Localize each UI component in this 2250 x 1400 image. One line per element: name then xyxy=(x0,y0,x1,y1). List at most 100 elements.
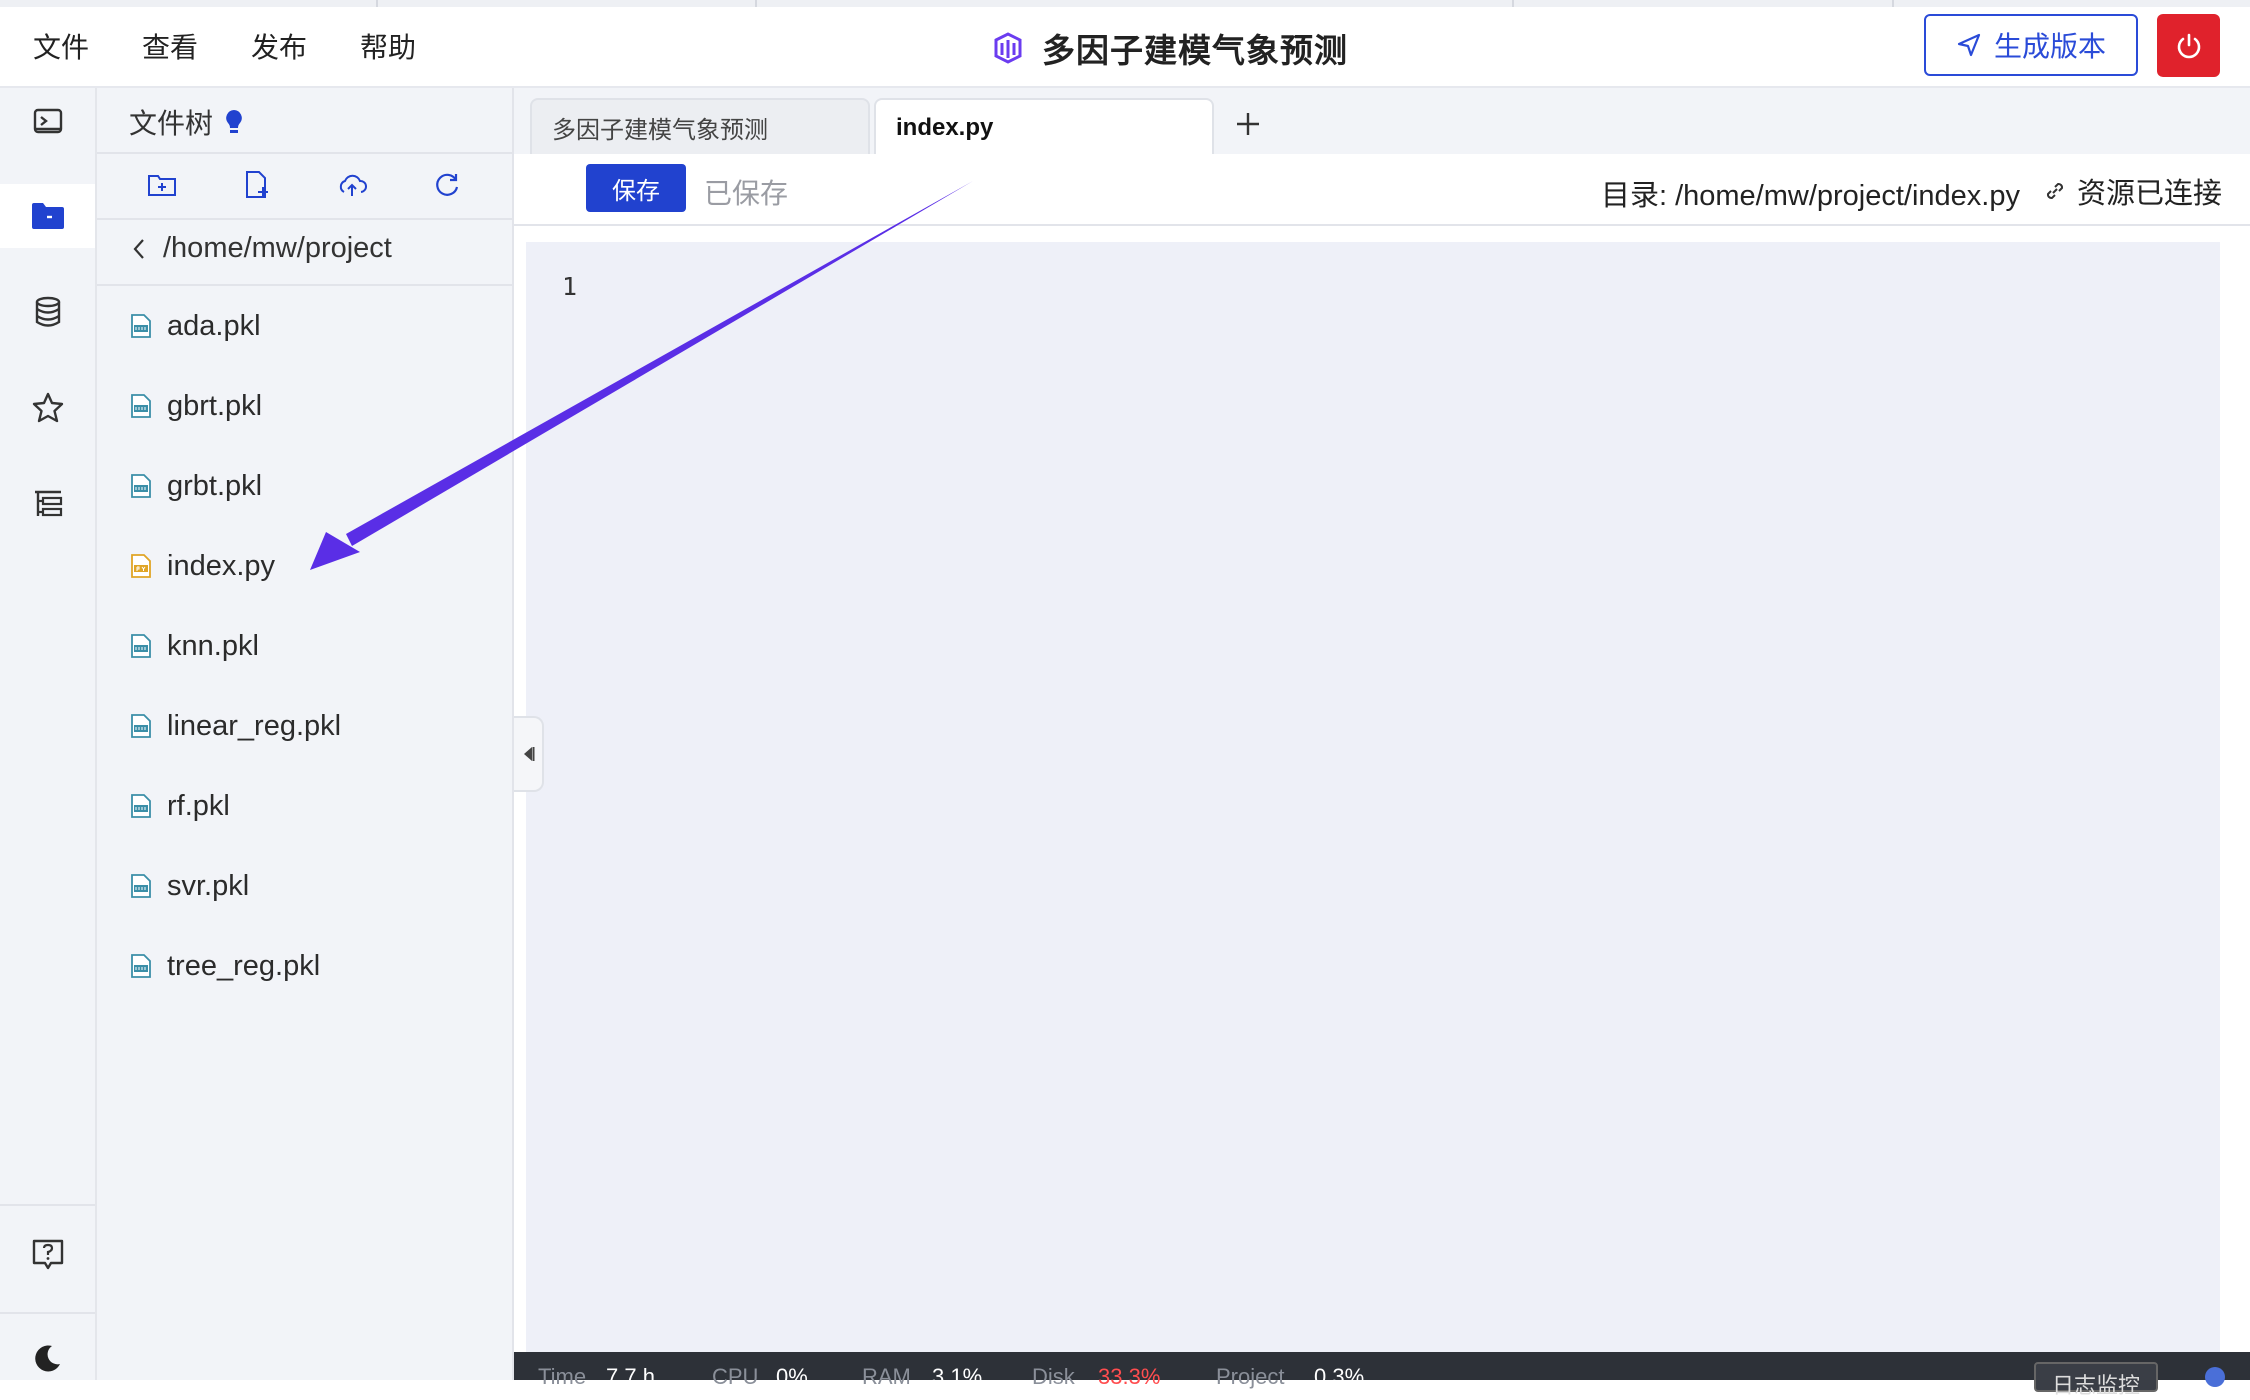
rail-terminal[interactable] xyxy=(0,90,95,154)
new-file-button[interactable] xyxy=(237,165,277,205)
rail-divider xyxy=(0,1204,95,1206)
power-button[interactable] xyxy=(2157,14,2220,77)
file-name: gbrt.pkl xyxy=(167,389,263,422)
file-name: linear_reg.pkl xyxy=(167,709,342,742)
directory-path: 目录: /home/mw/project/index.py xyxy=(1600,180,2020,212)
current-path-breadcrumb[interactable]: /home/mw/project xyxy=(131,232,392,265)
refresh-icon xyxy=(435,173,458,196)
moon-icon xyxy=(34,1345,60,1372)
menu-publish[interactable]: 发布 xyxy=(251,16,307,76)
generate-version-label: 生成版本 xyxy=(1993,31,2106,62)
file-name: grbt.pkl xyxy=(167,469,263,502)
refresh-button[interactable] xyxy=(427,165,467,205)
file-name: rf.pkl xyxy=(167,789,230,822)
pkl-file-icon xyxy=(131,794,151,818)
pkl-file-icon xyxy=(131,474,151,498)
add-tab-button[interactable] xyxy=(1228,104,1268,144)
pkl-file-icon xyxy=(131,714,151,738)
status-time-value: 7.7 h xyxy=(606,1364,655,1389)
top-menu-bar: 文件 查看 发布 帮助 多因子建模气象预测 生成版本 xyxy=(0,0,2250,88)
connection-label: 资源已连接 xyxy=(2076,178,2222,210)
file-name: tree_reg.pkl xyxy=(167,949,321,982)
editor-toolbar: 保存 已保存 目录: /home/mw/project/index.py 资源已… xyxy=(514,154,2250,226)
link-icon xyxy=(2046,182,2063,200)
tree-list-icon xyxy=(34,490,62,517)
generate-version-button[interactable]: 生成版本 xyxy=(1924,14,2138,76)
file-tree-item[interactable]: ada.pkl xyxy=(129,286,499,366)
save-button[interactable]: 保存 xyxy=(586,164,686,212)
menu-help[interactable]: 帮助 xyxy=(360,16,416,76)
help-icon xyxy=(32,1239,63,1270)
tab-label: index.py xyxy=(896,114,994,141)
file-tree-item[interactable]: knn.pkl xyxy=(129,606,499,686)
file-tree-item[interactable]: svr.pkl xyxy=(129,846,499,926)
info-icon[interactable] xyxy=(2204,1366,2226,1388)
power-icon xyxy=(2177,33,2200,58)
lightbulb-icon[interactable] xyxy=(223,108,245,136)
rail-theme[interactable] xyxy=(0,1326,95,1390)
status-project-label: Project xyxy=(1216,1364,1285,1389)
divider xyxy=(97,218,512,220)
editor-tab-bar: 多因子建模气象预测 index.py xyxy=(514,88,2250,156)
pkl-file-icon xyxy=(131,394,151,418)
menu-file[interactable]: 文件 xyxy=(33,16,89,76)
file-name: ada.pkl xyxy=(167,309,261,342)
pkl-file-icon xyxy=(131,954,151,978)
status-disk-label: Disk xyxy=(1032,1364,1075,1389)
rail-database[interactable] xyxy=(0,280,95,344)
file-name: knn.pkl xyxy=(167,629,259,662)
file-tree-toolbar xyxy=(97,154,512,216)
status-ram-value: 3.1% xyxy=(932,1364,983,1389)
file-tree-item[interactable]: tree_reg.pkl xyxy=(129,926,499,1006)
browser-tab-strip xyxy=(0,0,2250,7)
project-title-area: 多因子建模气象预测 xyxy=(990,24,1348,72)
status-bar: Time 7.7 h CPU 0% RAM 3.1% Disk 33.3% Pr… xyxy=(514,1352,2250,1398)
rail-divider-2 xyxy=(0,1312,95,1314)
upload-button[interactable] xyxy=(332,165,372,205)
status-disk-value: 33.3% xyxy=(1098,1364,1161,1389)
file-tree-item[interactable]: gbrt.pkl xyxy=(129,366,499,446)
project-logo-icon xyxy=(994,32,1022,64)
rail-files[interactable] xyxy=(0,184,95,248)
folder-icon xyxy=(31,203,64,229)
line-number: 1 xyxy=(562,272,578,301)
code-editor[interactable]: 1 xyxy=(514,226,2250,1352)
status-cpu-label: CPU xyxy=(712,1364,759,1389)
activity-rail xyxy=(0,88,97,1380)
terminal-icon xyxy=(33,108,62,134)
chevron-left-icon xyxy=(133,238,144,259)
save-status: 已保存 xyxy=(704,178,789,209)
file-tree-header: 文件树 xyxy=(129,102,245,142)
file-tree-item[interactable]: grbt.pkl xyxy=(129,446,499,526)
tab-project-notebook[interactable]: 多因子建模气象预测 xyxy=(530,98,870,154)
code-area[interactable]: 1 xyxy=(526,242,2220,1352)
file-name: svr.pkl xyxy=(167,869,250,902)
status-ram-label: RAM xyxy=(862,1364,911,1389)
project-title: 多因子建模气象预测 xyxy=(1042,32,1348,69)
file-tree-item[interactable]: index.py xyxy=(129,526,499,606)
tab-index-py[interactable]: index.py xyxy=(874,98,1214,156)
current-path: /home/mw/project xyxy=(163,232,392,264)
collapse-left-icon xyxy=(524,747,535,761)
send-icon xyxy=(1957,33,1981,57)
rail-help[interactable] xyxy=(0,1222,95,1286)
collapse-panel-handle[interactable] xyxy=(514,716,544,792)
file-tree-item[interactable]: rf.pkl xyxy=(129,766,499,846)
file-name: index.py xyxy=(167,549,276,582)
file-tree-item[interactable]: linear_reg.pkl xyxy=(129,686,499,766)
star-icon xyxy=(32,392,63,423)
rail-favorites[interactable] xyxy=(0,376,95,440)
menu-view[interactable]: 查看 xyxy=(142,16,198,76)
file-list: ada.pkl gbrt.pkl grbt.pkl index.py knn.pkl li… xyxy=(129,286,499,1006)
connection-status[interactable]: 资源已连接 xyxy=(2043,170,2222,212)
new-folder-button[interactable] xyxy=(142,165,182,205)
rail-structure[interactable] xyxy=(0,472,95,536)
plus-icon xyxy=(1237,113,1259,135)
file-tree-title: 文件树 xyxy=(129,108,214,139)
python-file-icon xyxy=(131,554,151,578)
status-time-label: Time xyxy=(538,1364,587,1389)
file-tree-panel: 文件树 /home/mw/project ada.pkl gbrt.pkl gr… xyxy=(97,88,514,1380)
pkl-file-icon xyxy=(131,634,151,658)
log-monitor-button[interactable]: 日志监控 xyxy=(2034,1362,2158,1398)
status-project-value: 0.3% xyxy=(1314,1364,1365,1389)
